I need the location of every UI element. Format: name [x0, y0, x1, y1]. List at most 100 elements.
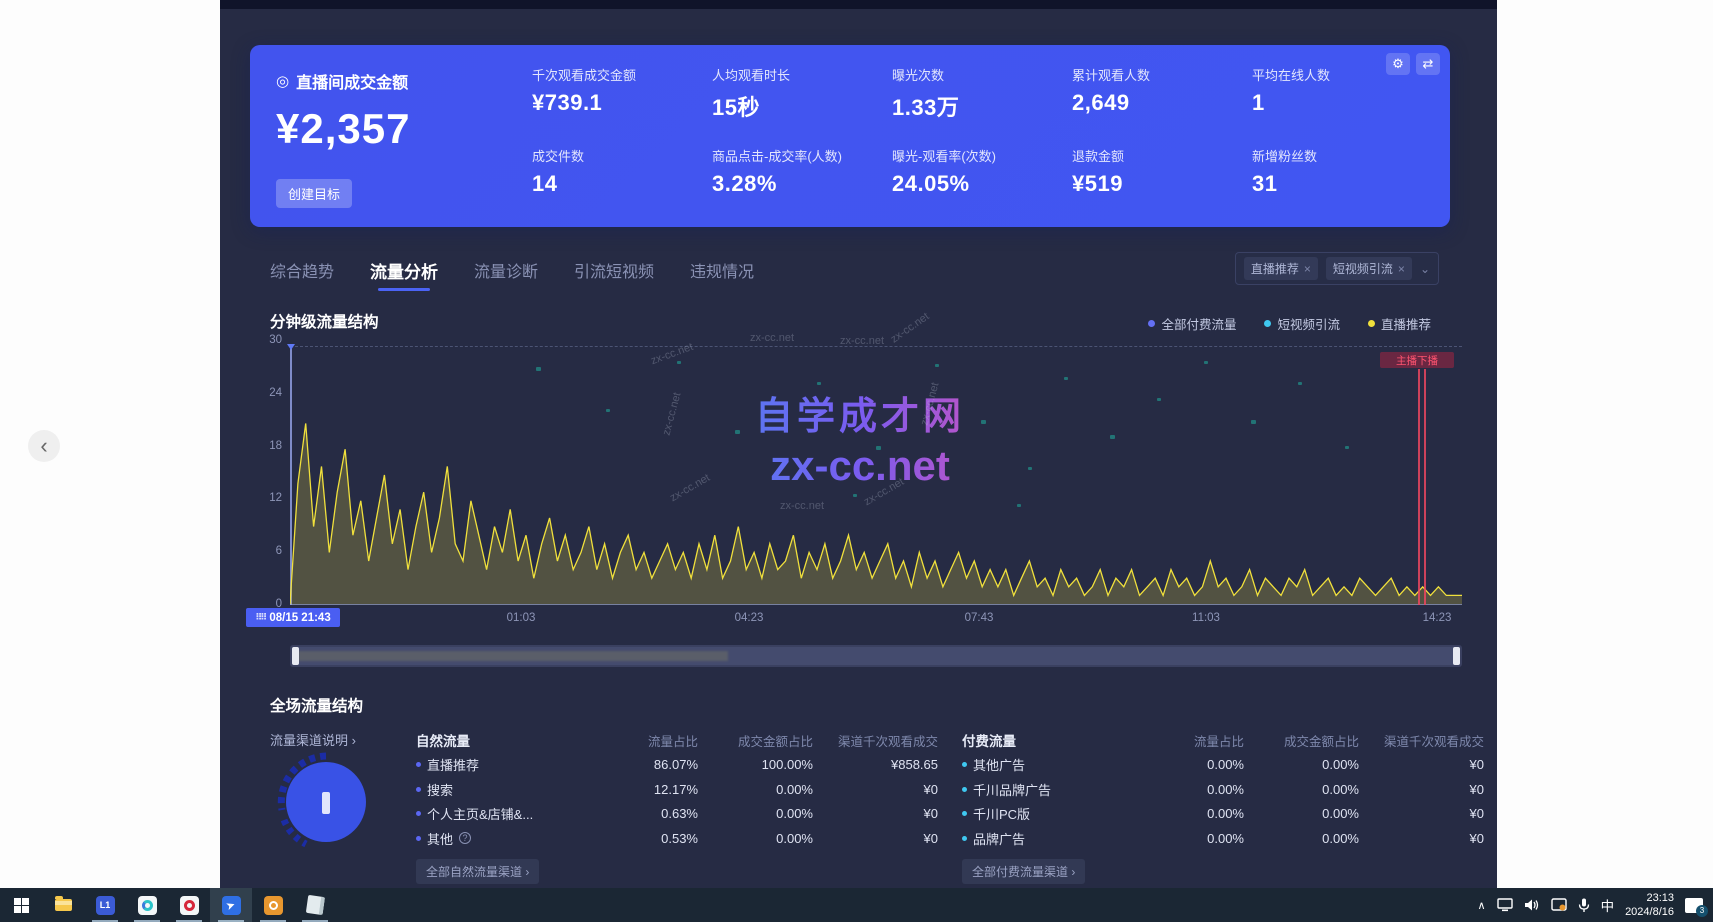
metric: 千次观看成交金额¥739.1 — [532, 65, 712, 122]
metric: 人均观看时长15秒 — [712, 65, 892, 122]
kpi-panel: ◎ 直播间成交金额 ¥2,357 创建目标 ⚙ ⇄ 千次观看成交金额¥739.1… — [250, 45, 1450, 227]
all-paid-channels-link[interactable]: 全部付费流量渠道 › — [962, 859, 1085, 884]
table-row[interactable]: 个人主页&店铺&... 0.63% 0.00% ¥0 — [416, 802, 938, 827]
table-row[interactable]: 千川品牌广告 0.00% 0.00% ¥0 — [962, 777, 1484, 802]
create-goal-button[interactable]: 创建目标 — [276, 179, 352, 208]
column-header: 渠道千次观看成交 — [1359, 731, 1484, 750]
filter-tag-label: 短视频引流 — [1333, 260, 1393, 277]
kpi-metrics-grid: 千次观看成交金额¥739.1 人均观看时长15秒 曝光次数1.33万 累计观看人… — [532, 65, 1432, 197]
action-center-icon[interactable]: 3 — [1685, 898, 1703, 913]
paid-traffic-table: 付费流量 流量占比 成交金额占比 渠道千次观看成交 其他广告 0.00% 0.0… — [962, 728, 1484, 884]
table-row[interactable]: 千川PC版 0.00% 0.00% ¥0 — [962, 802, 1484, 827]
series-dot — [962, 787, 967, 792]
gmv-main-value: ¥2,357 — [276, 105, 410, 153]
metric: 曝光-观看率(次数)24.05% — [892, 146, 1072, 197]
tray-expand-chevron-icon[interactable]: ∧ — [1478, 899, 1486, 912]
x-axis-tick: 11:03 — [1171, 612, 1241, 624]
filter-tag[interactable]: 短视频引流 × — [1326, 257, 1412, 280]
video-artifact-speck — [1017, 504, 1021, 507]
legend-dot — [1368, 320, 1375, 327]
table-row[interactable]: 其他? 0.53% 0.00% ¥0 — [416, 826, 938, 851]
info-icon[interactable]: ? — [459, 832, 471, 844]
x-axis-tick: 04:23 — [714, 612, 784, 624]
x-axis-line — [290, 604, 1462, 605]
channel-explain-link[interactable]: 流量渠道说明 › — [270, 730, 356, 749]
network-icon[interactable] — [1497, 898, 1513, 912]
video-artifact-speck — [1251, 420, 1256, 424]
close-icon[interactable]: × — [1304, 262, 1311, 276]
donut-center-label — [322, 792, 330, 814]
slider-right-handle[interactable] — [1453, 647, 1460, 665]
tab-traffic-diagnosis[interactable]: 流量诊断 — [474, 258, 538, 291]
series-dot — [416, 836, 421, 841]
legend-item-live-recommend[interactable]: 直播推荐 — [1368, 314, 1431, 333]
tab-short-video[interactable]: 引流短视频 — [574, 258, 654, 291]
video-artifact-speck — [935, 364, 939, 367]
traffic-donut-chart[interactable] — [276, 752, 376, 852]
stream-end-marker-line — [1424, 369, 1426, 605]
column-header: 成交金额占比 — [698, 731, 813, 750]
x-axis-tick: 01:03 — [486, 612, 556, 624]
x-axis-tick: 14:23 — [1402, 612, 1472, 624]
analytics-app-window: ◎ 直播间成交金额 ¥2,357 创建目标 ⚙ ⇄ 千次观看成交金额¥739.1… — [220, 0, 1497, 888]
table-row[interactable]: 品牌广告 0.00% 0.00% ¥0 — [962, 826, 1484, 851]
tab-traffic-analysis[interactable]: 流量分析 — [370, 258, 438, 291]
stream-end-marker-badge[interactable]: 主播下播 — [1380, 352, 1454, 368]
channel-filter-select[interactable]: 直播推荐 × 短视频引流 × ⌄ — [1235, 252, 1439, 285]
video-artifact-speck — [1298, 382, 1302, 385]
microphone-icon[interactable] — [1578, 898, 1590, 913]
taskbar-app-red[interactable] — [168, 888, 210, 922]
folder-icon — [55, 899, 72, 911]
speaker-icon[interactable] — [1524, 898, 1540, 912]
all-natural-channels-link[interactable]: 全部自然流量渠道 › — [416, 859, 539, 884]
series-dot — [416, 811, 421, 816]
natural-traffic-table: 自然流量 流量占比 成交金额占比 渠道千次观看成交 直播推荐 86.07% 10… — [416, 728, 938, 884]
time-range-slider[interactable] — [290, 645, 1462, 667]
slider-mini-preview — [298, 651, 728, 661]
legend-item-paid[interactable]: 全部付费流量 — [1148, 314, 1236, 333]
legend-dot — [1148, 320, 1155, 327]
x-axis-tick: 07:43 — [944, 612, 1014, 624]
taskbar-app-teal[interactable] — [126, 888, 168, 922]
taskbar-file-explorer[interactable] — [42, 888, 84, 922]
taskbar-clock[interactable]: 23:13 2024/8/16 — [1625, 891, 1674, 920]
tab-overall-trend[interactable]: 综合趋势 — [270, 258, 334, 291]
table-row[interactable]: 搜索 12.17% 0.00% ¥0 — [416, 777, 938, 802]
tab-violations[interactable]: 违规情况 — [690, 258, 754, 291]
table-row[interactable]: 其他广告 0.00% 0.00% ¥0 — [962, 753, 1484, 778]
minute-section-title: 分钟级流量结构 — [270, 310, 379, 332]
stream-end-marker-line — [1418, 369, 1420, 605]
close-icon[interactable]: × — [1398, 262, 1405, 276]
analysis-tabs: 综合趋势 流量分析 流量诊断 引流短视频 违规情况 — [270, 258, 754, 291]
orange-app-icon — [264, 896, 283, 915]
start-button[interactable] — [0, 888, 42, 922]
taskbar-app-notes[interactable] — [294, 888, 336, 922]
carousel-prev-button[interactable]: ‹ — [28, 430, 60, 462]
column-header: 流量占比 — [588, 731, 698, 750]
series-dot — [416, 787, 421, 792]
metric: 成交件数14 — [532, 146, 712, 197]
legend-item-short-video[interactable]: 短视频引流 — [1264, 314, 1340, 333]
slider-left-handle[interactable] — [292, 647, 299, 665]
l1-app-icon: L1 — [96, 896, 115, 915]
windows-logo-icon — [14, 898, 29, 913]
table-group-header: 自然流量 — [416, 730, 588, 750]
x-axis-start-badge[interactable]: ⠿⠿ 08/15 21:43 — [246, 608, 340, 627]
video-artifact-speck — [735, 430, 740, 434]
metric: 累计观看人数2,649 — [1072, 65, 1252, 122]
ime-language-indicator[interactable]: 中 — [1601, 895, 1615, 915]
windows-taskbar: L1 ➤ ∧ 中 23:13 2024/8/16 — [0, 888, 1713, 922]
series-dot — [416, 762, 421, 767]
taskbar-app-l1[interactable]: L1 — [84, 888, 126, 922]
taskbar-app-live-companion[interactable]: ➤ — [210, 888, 252, 922]
metric: 新增粉丝数31 — [1252, 146, 1432, 197]
chart-legend: 全部付费流量 短视频引流 直播推荐 — [1148, 314, 1431, 333]
chevron-down-icon[interactable]: ⌄ — [1420, 262, 1430, 276]
video-artifact-speck — [876, 446, 881, 450]
filter-tag[interactable]: 直播推荐 × — [1244, 257, 1318, 280]
target-icon: ◎ — [276, 72, 289, 90]
taskbar-app-orange[interactable] — [252, 888, 294, 922]
minute-traffic-chart[interactable] — [290, 340, 1462, 605]
snip-tool-icon[interactable] — [1551, 898, 1567, 912]
table-row[interactable]: 直播推荐 86.07% 100.00% ¥858.65 — [416, 753, 938, 778]
